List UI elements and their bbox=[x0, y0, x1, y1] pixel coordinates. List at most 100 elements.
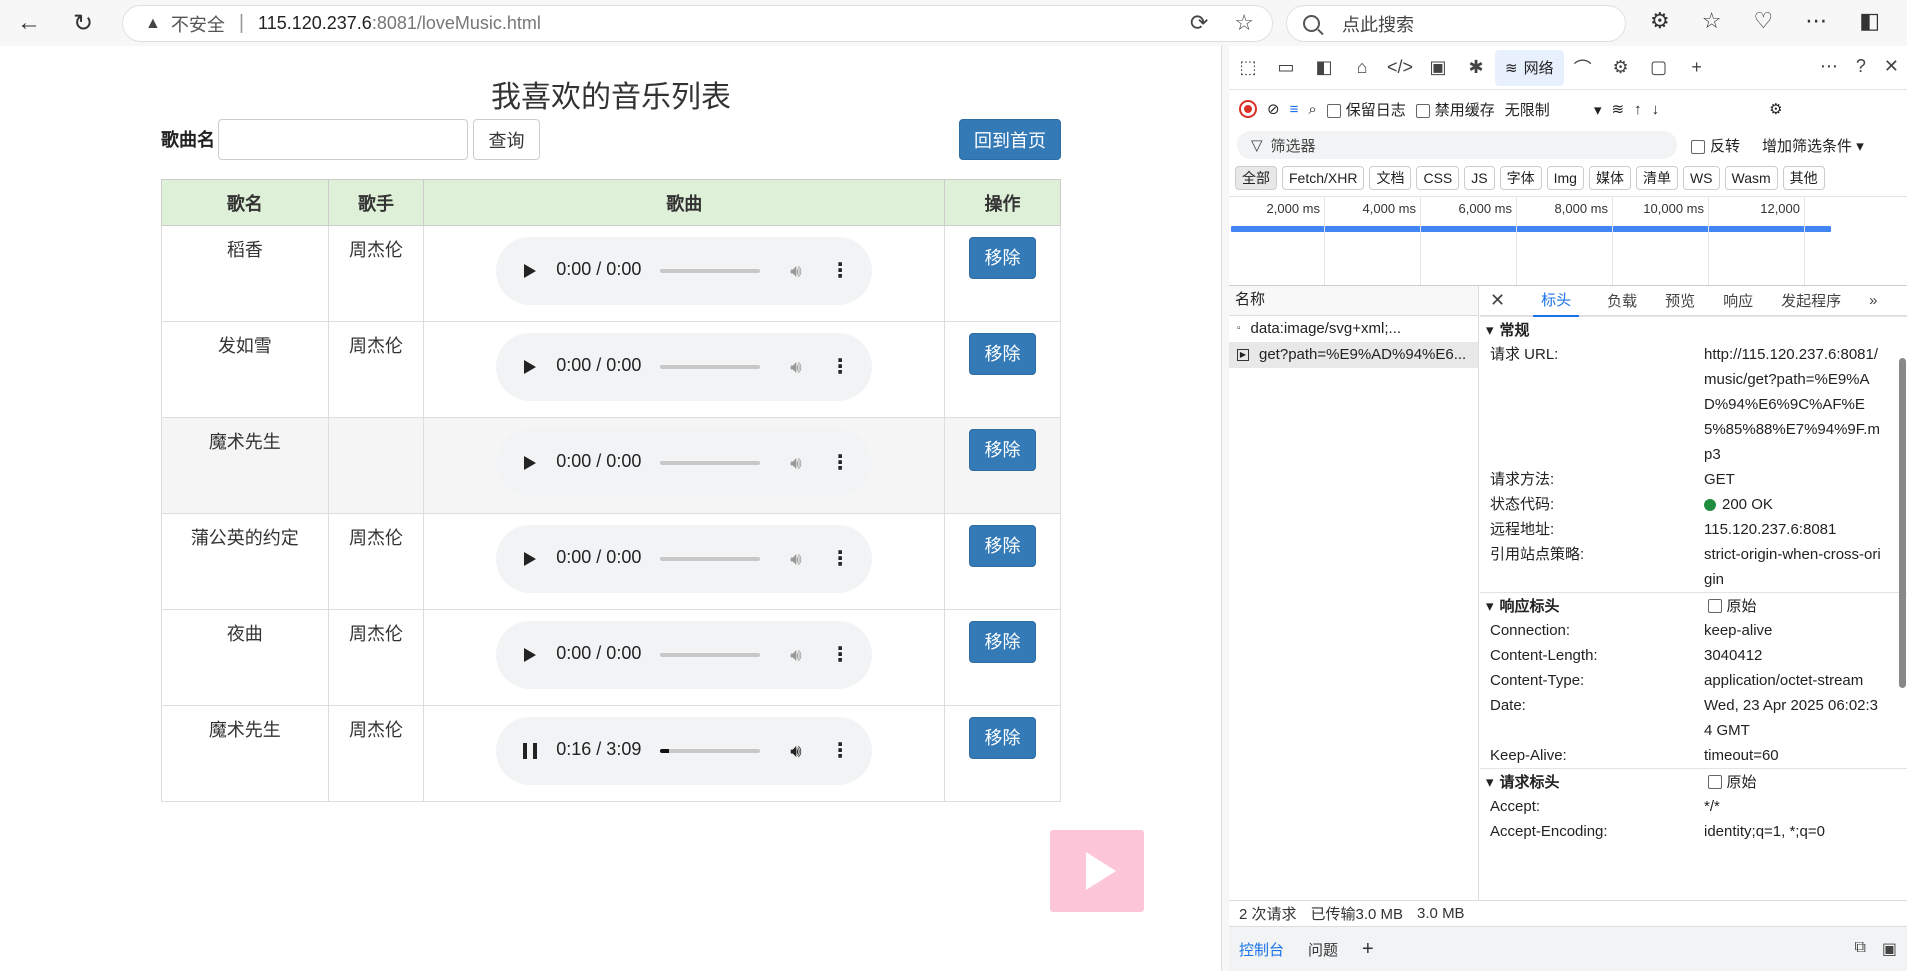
undock-drawer-icon[interactable]: ⧉ bbox=[1854, 939, 1865, 959]
pause-icon[interactable] bbox=[523, 743, 538, 759]
type-filter-chip[interactable]: 字体 bbox=[1499, 166, 1542, 190]
header-value[interactable]: keep-alive bbox=[1704, 622, 1772, 639]
network-conditions-icon[interactable]: ≋ bbox=[1612, 100, 1625, 118]
floating-play-button[interactable] bbox=[1050, 830, 1144, 912]
volume-icon[interactable]: 🔊︎ bbox=[790, 645, 801, 666]
volume-icon[interactable]: 🔊︎ bbox=[790, 357, 801, 378]
general-section-header[interactable]: ▾ 常规 bbox=[1480, 316, 1907, 342]
address-bar[interactable]: ▲ 不安全 | 115.120.237.6:8081/loveMusic.htm… bbox=[122, 5, 1273, 42]
elements-icon[interactable]: </> bbox=[1381, 57, 1419, 78]
audio-player[interactable]: 0:00 / 0:00 🔊︎ ⋮ bbox=[496, 429, 873, 497]
header-value[interactable]: 3040412 bbox=[1704, 647, 1762, 664]
device-toggle-icon[interactable]: ▭ bbox=[1267, 57, 1305, 78]
search-icon[interactable]: ⌕ bbox=[1308, 101, 1316, 118]
dock-icon[interactable]: ◧ bbox=[1305, 57, 1343, 78]
help-icon[interactable]: ? bbox=[1856, 56, 1866, 77]
memory-icon[interactable]: ⚙ bbox=[1602, 57, 1640, 78]
performance-icon[interactable]: ⌒ bbox=[1564, 55, 1602, 81]
invert-checkbox[interactable]: 反转 bbox=[1691, 135, 1740, 156]
song-name-input[interactable] bbox=[218, 119, 468, 160]
type-filter-chip[interactable]: Wasm bbox=[1724, 166, 1778, 190]
header-value[interactable]: Wed, 23 Apr 2025 06:02:34 GMT bbox=[1704, 697, 1878, 739]
export-har-icon[interactable]: ↓ bbox=[1652, 101, 1660, 118]
more-options-icon[interactable]: ⋮ bbox=[830, 357, 850, 377]
drawer-tab-console[interactable]: 控制台 bbox=[1239, 939, 1284, 960]
audio-player[interactable]: 0:00 / 0:00 🔊︎ ⋮ bbox=[496, 525, 873, 593]
volume-icon[interactable]: 🔊︎ bbox=[790, 261, 801, 282]
header-value[interactable]: 200 OK bbox=[1722, 496, 1773, 513]
close-detail-icon[interactable]: ✕ bbox=[1490, 290, 1505, 311]
raw-checkbox[interactable]: 原始 bbox=[1707, 771, 1757, 792]
header-value[interactable]: timeout=60 bbox=[1704, 747, 1779, 764]
query-button[interactable]: 查询 bbox=[473, 119, 540, 160]
add-drawer-tab-icon[interactable]: + bbox=[1362, 938, 1374, 961]
seek-slider[interactable] bbox=[660, 749, 761, 753]
play-icon[interactable] bbox=[524, 360, 537, 374]
reload-icon[interactable]: ↻ bbox=[68, 8, 98, 38]
record-icon[interactable] bbox=[1239, 100, 1257, 118]
header-value[interactable]: GET bbox=[1704, 471, 1735, 488]
type-filter-chip[interactable]: WS bbox=[1682, 166, 1720, 190]
raw-checkbox[interactable]: 原始 bbox=[1707, 595, 1757, 616]
volume-icon[interactable]: 🔊︎ bbox=[790, 453, 801, 474]
browser-essentials-icon[interactable]: ♡ bbox=[1753, 8, 1773, 34]
tab-initiator[interactable]: 发起程序 bbox=[1781, 290, 1841, 311]
add-tab-icon[interactable]: + bbox=[1678, 57, 1716, 78]
audio-player[interactable]: 0:00 / 0:00 🔊︎ ⋮ bbox=[496, 333, 873, 401]
application-icon[interactable]: ▢ bbox=[1640, 57, 1678, 78]
play-icon[interactable] bbox=[524, 456, 537, 470]
tab-response[interactable]: 响应 bbox=[1723, 290, 1753, 311]
import-har-icon[interactable]: ↑ bbox=[1634, 101, 1642, 118]
seek-slider[interactable] bbox=[660, 365, 761, 369]
browser-search-box[interactable]: 点此搜索 bbox=[1286, 5, 1626, 42]
more-tools-icon[interactable]: ⋯ bbox=[1820, 56, 1838, 77]
type-filter-chip[interactable]: 清单 bbox=[1635, 166, 1678, 190]
play-icon[interactable] bbox=[524, 264, 537, 278]
seek-slider[interactable] bbox=[660, 557, 761, 561]
sources-icon[interactable]: ✱ bbox=[1457, 57, 1495, 78]
remove-button[interactable]: 移除 bbox=[969, 237, 1037, 279]
more-options-icon[interactable]: ⋮ bbox=[830, 261, 850, 281]
remove-button[interactable]: 移除 bbox=[969, 717, 1037, 759]
type-filter-chip[interactable]: CSS bbox=[1416, 166, 1460, 190]
more-filters-button[interactable]: 增加筛选条件 ▾ bbox=[1762, 135, 1864, 156]
seek-slider[interactable] bbox=[660, 461, 761, 465]
inspect-icon[interactable]: ⬚ bbox=[1229, 57, 1267, 78]
more-menu-icon[interactable]: ⋯ bbox=[1805, 8, 1827, 34]
console-icon[interactable]: ▣ bbox=[1419, 57, 1457, 78]
tab-network[interactable]: ≋ 网络 bbox=[1495, 49, 1564, 86]
type-filter-chip[interactable]: Img bbox=[1546, 166, 1584, 190]
request-row[interactable]: ▫ data:image/svg+xml;... bbox=[1229, 316, 1478, 342]
audio-player[interactable]: 0:00 / 0:00 🔊︎ ⋮ bbox=[496, 237, 873, 305]
favorites-icon[interactable]: ☆ bbox=[1702, 8, 1722, 34]
type-filter-chip[interactable]: 其他 bbox=[1782, 166, 1825, 190]
type-filter-chip[interactable]: Fetch/XHR bbox=[1282, 166, 1365, 190]
detail-scrollbar[interactable] bbox=[1897, 328, 1907, 968]
favorite-star-icon[interactable]: ☆ bbox=[1234, 10, 1254, 36]
drawer-tab-issues[interactable]: 问题 bbox=[1308, 939, 1338, 960]
header-value[interactable]: */* bbox=[1704, 798, 1720, 815]
tab-preview[interactable]: 预览 bbox=[1665, 290, 1695, 311]
remove-button[interactable]: 移除 bbox=[969, 333, 1037, 375]
header-value[interactable]: application/octet-stream bbox=[1704, 672, 1863, 689]
more-tabs-icon[interactable]: » bbox=[1869, 292, 1877, 309]
more-options-icon[interactable]: ⋮ bbox=[830, 549, 850, 569]
more-options-icon[interactable]: ⋮ bbox=[830, 645, 850, 665]
type-filter-chip[interactable]: 文档 bbox=[1369, 166, 1412, 190]
back-arrow-icon[interactable]: ← bbox=[14, 8, 44, 38]
header-value[interactable]: identity;q=1, *;q=0 bbox=[1704, 823, 1825, 840]
play-icon[interactable] bbox=[524, 552, 537, 566]
extensions-icon[interactable]: ⚙ bbox=[1650, 8, 1670, 34]
filter-input[interactable]: ▽ 筛选器 bbox=[1237, 131, 1677, 159]
seek-slider[interactable] bbox=[660, 269, 761, 273]
disable-cache-checkbox[interactable]: 禁用缓存 bbox=[1415, 99, 1495, 120]
request-headers-section[interactable]: ▾ 请求标头 原始 bbox=[1480, 768, 1907, 794]
filter-icon[interactable]: ≡ bbox=[1290, 101, 1299, 118]
audio-player[interactable]: 0:00 / 0:00 🔊︎ ⋮ bbox=[496, 621, 873, 689]
throttle-select[interactable]: 无限制 ▾ bbox=[1505, 99, 1602, 120]
more-options-icon[interactable]: ⋮ bbox=[830, 741, 850, 761]
network-timeline[interactable]: 2,000 ms 4,000 ms 6,000 ms 8,000 ms 10,000 m… bbox=[1229, 196, 1907, 286]
header-value[interactable]: 115.120.237.6:8081 bbox=[1704, 521, 1836, 538]
type-filter-chip[interactable]: 全部 bbox=[1235, 166, 1277, 190]
tab-payload[interactable]: 负载 bbox=[1607, 290, 1637, 311]
